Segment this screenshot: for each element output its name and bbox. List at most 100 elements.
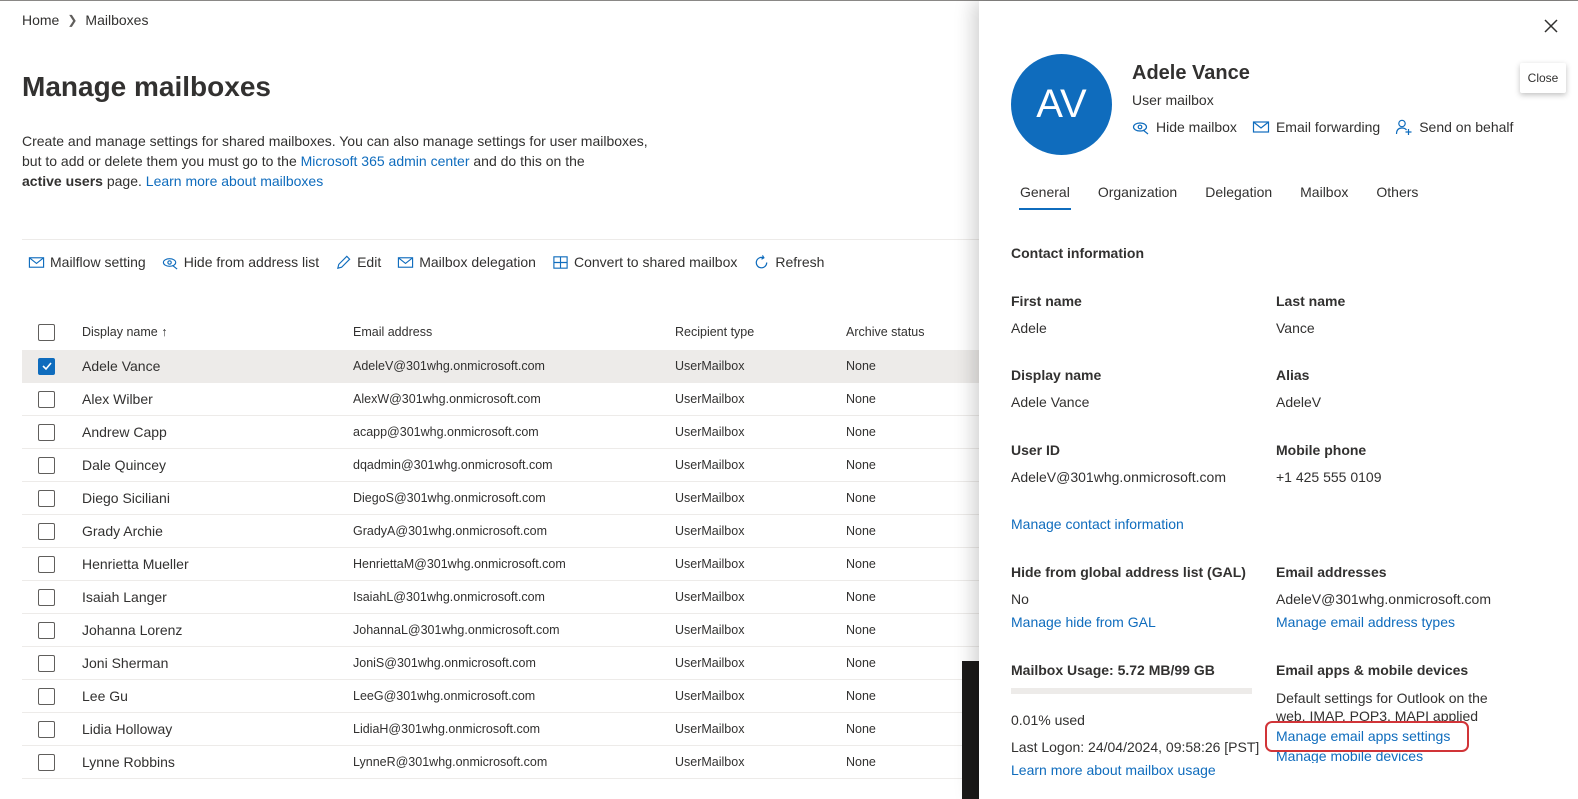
row-check-cell: [22, 456, 82, 474]
mailbox-usage-bar: [1011, 688, 1252, 694]
close-icon[interactable]: [1540, 15, 1562, 37]
table-row[interactable]: Johanna Lorenz JohannaL@301whg.onmicrosof…: [22, 614, 982, 647]
row-checkbox[interactable]: [38, 390, 55, 408]
table-row[interactable]: Diego Siciliani DiegoS@301whg.onmicrosoft…: [22, 482, 982, 515]
row-checkbox[interactable]: [38, 423, 55, 441]
table-row[interactable]: Isaiah Langer IsaiahL@301whg.onmicrosoft.…: [22, 581, 982, 614]
table-row[interactable]: Adele Vance AdeleV@301whg.onmicrosoft.com…: [22, 350, 982, 383]
manage-gal-link[interactable]: Manage hide from GAL: [1011, 614, 1156, 630]
cell-display-name[interactable]: Henrietta Mueller: [82, 556, 353, 572]
table-row[interactable]: Henrietta Mueller HenriettaM@301whg.onmic…: [22, 548, 982, 581]
table-row[interactable]: Dale Quincey dqadmin@301whg.onmicrosoft.c…: [22, 449, 982, 482]
row-check-cell: [22, 654, 82, 672]
cell-display-name[interactable]: Lynne Robbins: [82, 754, 353, 770]
cell-display-name[interactable]: Dale Quincey: [82, 457, 353, 473]
tab-others[interactable]: Others: [1367, 184, 1427, 210]
row-check-cell: [22, 720, 82, 738]
cell-display-name[interactable]: Grady Archie: [82, 523, 353, 539]
mailflow-setting-button[interactable]: Mailflow setting: [28, 251, 146, 273]
cell-archive-status: None: [846, 623, 876, 637]
select-all-checkbox[interactable]: [38, 323, 55, 341]
table-row[interactable]: Lidia Holloway LidiaH@301whg.onmicrosoft.…: [22, 713, 982, 746]
cell-recipient-type: UserMailbox: [675, 491, 745, 505]
desc-text: page.: [102, 173, 146, 189]
row-checkbox[interactable]: [38, 456, 55, 474]
cell-display-name[interactable]: Adele Vance: [82, 358, 353, 374]
header-display-name[interactable]: Display name ↑: [82, 325, 353, 339]
header-email[interactable]: Email address: [353, 325, 675, 339]
table-row[interactable]: Lee Gu LeeG@301whg.onmicrosoft.com UserMai…: [22, 680, 982, 713]
row-checkbox[interactable]: [38, 357, 55, 375]
mailbox-usage-label: Mailbox Usage: 5.72 MB/99 GB: [1011, 662, 1215, 678]
cell-archive-status: None: [846, 557, 876, 571]
page-title: Manage mailboxes: [22, 71, 271, 102]
hide-from-address-list-button[interactable]: Hide from address list: [162, 251, 319, 273]
row-check-cell: [22, 621, 82, 639]
mailbox-delegation-button[interactable]: Mailbox delegation: [397, 251, 536, 273]
table-row[interactable]: Alex Wilber AlexW@301whg.onmicrosoft.com U…: [22, 383, 982, 416]
person-add-icon: [1396, 119, 1412, 135]
table-body: Adele Vance AdeleV@301whg.onmicrosoft.com…: [22, 350, 982, 779]
header-archive-status[interactable]: Archive status: [846, 325, 982, 339]
refresh-button[interactable]: Refresh: [753, 251, 824, 273]
cell-recipient-type: UserMailbox: [675, 656, 745, 670]
header-name-label: Display name: [82, 325, 158, 339]
toolbar-divider: [22, 239, 982, 240]
cell-archive-status: None: [846, 425, 876, 439]
row-checkbox[interactable]: [38, 588, 55, 606]
send-on-behalf-button[interactable]: Send on behalf: [1395, 118, 1513, 136]
cell-display-name[interactable]: Isaiah Langer: [82, 589, 353, 605]
edit-button[interactable]: Edit: [335, 251, 381, 273]
row-checkbox[interactable]: [38, 687, 55, 705]
cell-display-name[interactable]: Joni Sherman: [82, 655, 353, 671]
row-check-cell: [22, 753, 82, 771]
manage-email-types-link[interactable]: Manage email address types: [1276, 614, 1455, 630]
table-row[interactable]: Andrew Capp acapp@301whg.onmicrosoft.com U…: [22, 416, 982, 449]
cell-display-name[interactable]: Johanna Lorenz: [82, 622, 353, 638]
learn-mailboxes-link[interactable]: Learn more about mailboxes: [146, 173, 323, 189]
tab-organization[interactable]: Organization: [1089, 184, 1186, 210]
table-row[interactable]: Joni Sherman JoniS@301whg.onmicrosoft.com…: [22, 647, 982, 680]
row-checkbox[interactable]: [38, 621, 55, 639]
row-check-cell: [22, 522, 82, 540]
row-checkbox[interactable]: [38, 753, 55, 771]
table-row[interactable]: Grady Archie GradyA@301whg.onmicrosoft.co…: [22, 515, 982, 548]
m365-admin-link[interactable]: Microsoft 365 admin center: [301, 153, 470, 169]
checkmark-icon: [41, 362, 52, 371]
email-forwarding-button[interactable]: Email forwarding: [1252, 118, 1380, 136]
row-checkbox[interactable]: [38, 720, 55, 738]
breadcrumb-home[interactable]: Home: [22, 12, 59, 28]
row-checkbox[interactable]: [38, 522, 55, 540]
row-checkbox[interactable]: [38, 654, 55, 672]
cell-email: LeeG@301whg.onmicrosoft.com: [353, 689, 536, 703]
cell-display-name[interactable]: Diego Siciliani: [82, 490, 353, 506]
row-checkbox[interactable]: [38, 555, 55, 573]
tab-mailbox[interactable]: Mailbox: [1291, 184, 1357, 210]
manage-contact-link[interactable]: Manage contact information: [1011, 516, 1184, 532]
cell-recipient-type: UserMailbox: [675, 359, 745, 373]
cell-email: JohannaL@301whg.onmicrosoft.com: [353, 623, 560, 637]
cell-email: AlexW@301whg.onmicrosoft.com: [353, 392, 541, 406]
tab-delegation[interactable]: Delegation: [1196, 184, 1281, 210]
mobile-phone-value: +1 425 555 0109: [1276, 469, 1382, 485]
row-checkbox[interactable]: [38, 489, 55, 507]
hide-label: Hide from address list: [183, 254, 320, 270]
row-check-cell: [22, 489, 82, 507]
avatar: AV: [1011, 54, 1112, 155]
cell-archive-status: None: [846, 458, 876, 472]
cell-email: DiegoS@301whg.onmicrosoft.com: [353, 491, 546, 505]
header-recipient-type[interactable]: Recipient type: [675, 325, 846, 339]
hide-mailbox-button[interactable]: Hide mailbox: [1132, 118, 1237, 136]
cell-display-name[interactable]: Alex Wilber: [82, 391, 353, 407]
desc-line-1: Create and manage settings for shared ma…: [22, 133, 648, 149]
table-row[interactable]: Lynne Robbins LynneR@301whg.onmicrosoft.c…: [22, 746, 982, 779]
learn-usage-link[interactable]: Learn more about mailbox usage: [1011, 762, 1216, 778]
cell-display-name[interactable]: Andrew Capp: [82, 424, 353, 440]
convert-label: Convert to shared mailbox: [573, 254, 738, 270]
convert-shared-mailbox-button[interactable]: Convert to shared mailbox: [552, 251, 737, 273]
eye-hide-icon: [1132, 122, 1149, 135]
cell-display-name[interactable]: Lidia Holloway: [82, 721, 353, 737]
tab-general[interactable]: General: [1011, 184, 1079, 210]
cell-display-name[interactable]: Lee Gu: [82, 688, 353, 704]
email-apps-desc-2: web, IMAP, POP3, MAPI applied: [1276, 708, 1479, 722]
